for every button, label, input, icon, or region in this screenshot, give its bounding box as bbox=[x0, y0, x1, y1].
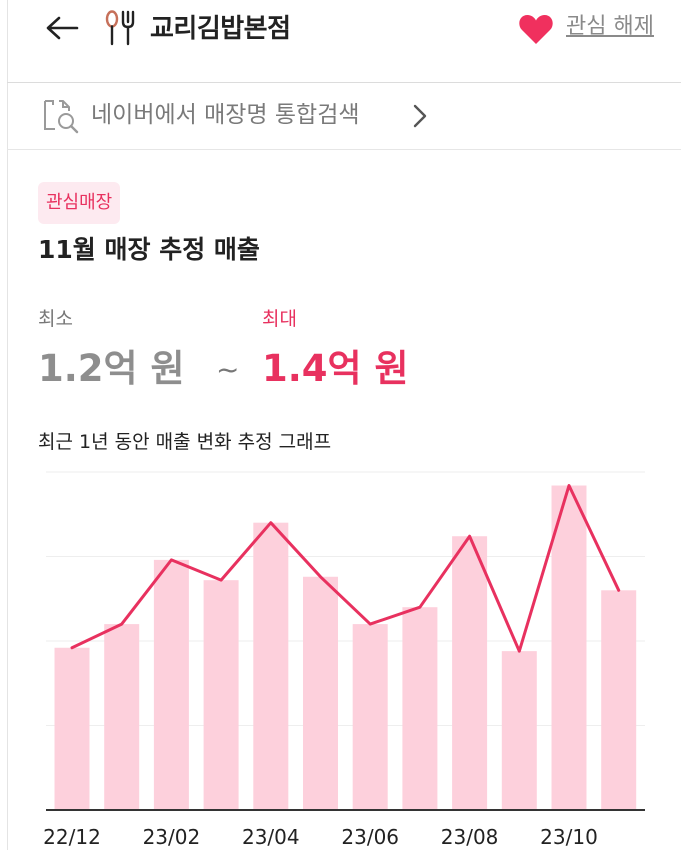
bar bbox=[203, 580, 239, 810]
bar bbox=[352, 624, 388, 810]
x-tick-label: 23/02 bbox=[143, 825, 201, 849]
min-value: 1.2억 원 bbox=[38, 347, 185, 390]
back-arrow-icon bbox=[46, 16, 79, 40]
bar bbox=[54, 647, 90, 810]
store-name: 교리김밥본점 bbox=[150, 14, 291, 44]
search-label: 네이버에서 매장명 통합검색 bbox=[91, 102, 360, 128]
x-tick-label: 23/10 bbox=[540, 825, 598, 849]
back-button[interactable] bbox=[42, 10, 82, 46]
heart-icon[interactable] bbox=[518, 12, 554, 46]
min-label: 최소 bbox=[38, 308, 73, 330]
bar bbox=[303, 576, 338, 810]
sales-chart: 22/12 23/02 23/04 23/06 23/08 23/10 bbox=[43, 471, 645, 849]
document-search-icon bbox=[44, 100, 79, 134]
bar bbox=[153, 559, 189, 810]
bar bbox=[104, 624, 140, 810]
chevron-right-icon bbox=[413, 104, 427, 128]
sales-title: 11월 매장 추정 매출 bbox=[38, 235, 260, 264]
bar bbox=[402, 607, 438, 810]
range-separator: ~ bbox=[216, 353, 240, 386]
naver-search-link[interactable]: 네이버에서 매장명 통합검색 bbox=[7, 83, 681, 149]
unfavorite-link[interactable]: 관심 해제 bbox=[566, 10, 654, 44]
x-tick-label: 23/04 bbox=[242, 825, 300, 849]
bar bbox=[601, 590, 637, 810]
favorite-store-badge: 관심매장 bbox=[38, 182, 121, 224]
bar bbox=[452, 536, 488, 810]
utensils-icon bbox=[105, 10, 135, 46]
max-value: 1.4억 원 bbox=[262, 347, 409, 390]
header: 교리김밥본점 관심 해제 bbox=[0, 0, 681, 82]
bar bbox=[253, 522, 289, 810]
bar bbox=[501, 651, 537, 810]
search-divider bbox=[7, 149, 681, 150]
x-tick-label: 23/06 bbox=[341, 825, 399, 849]
x-tick-label: 22/12 bbox=[43, 825, 101, 849]
bar bbox=[551, 485, 587, 810]
graph-caption: 최근 1년 동안 매출 변화 추정 그래프 bbox=[38, 431, 332, 453]
x-tick-label: 23/08 bbox=[441, 825, 499, 849]
max-label: 최대 bbox=[262, 308, 297, 330]
